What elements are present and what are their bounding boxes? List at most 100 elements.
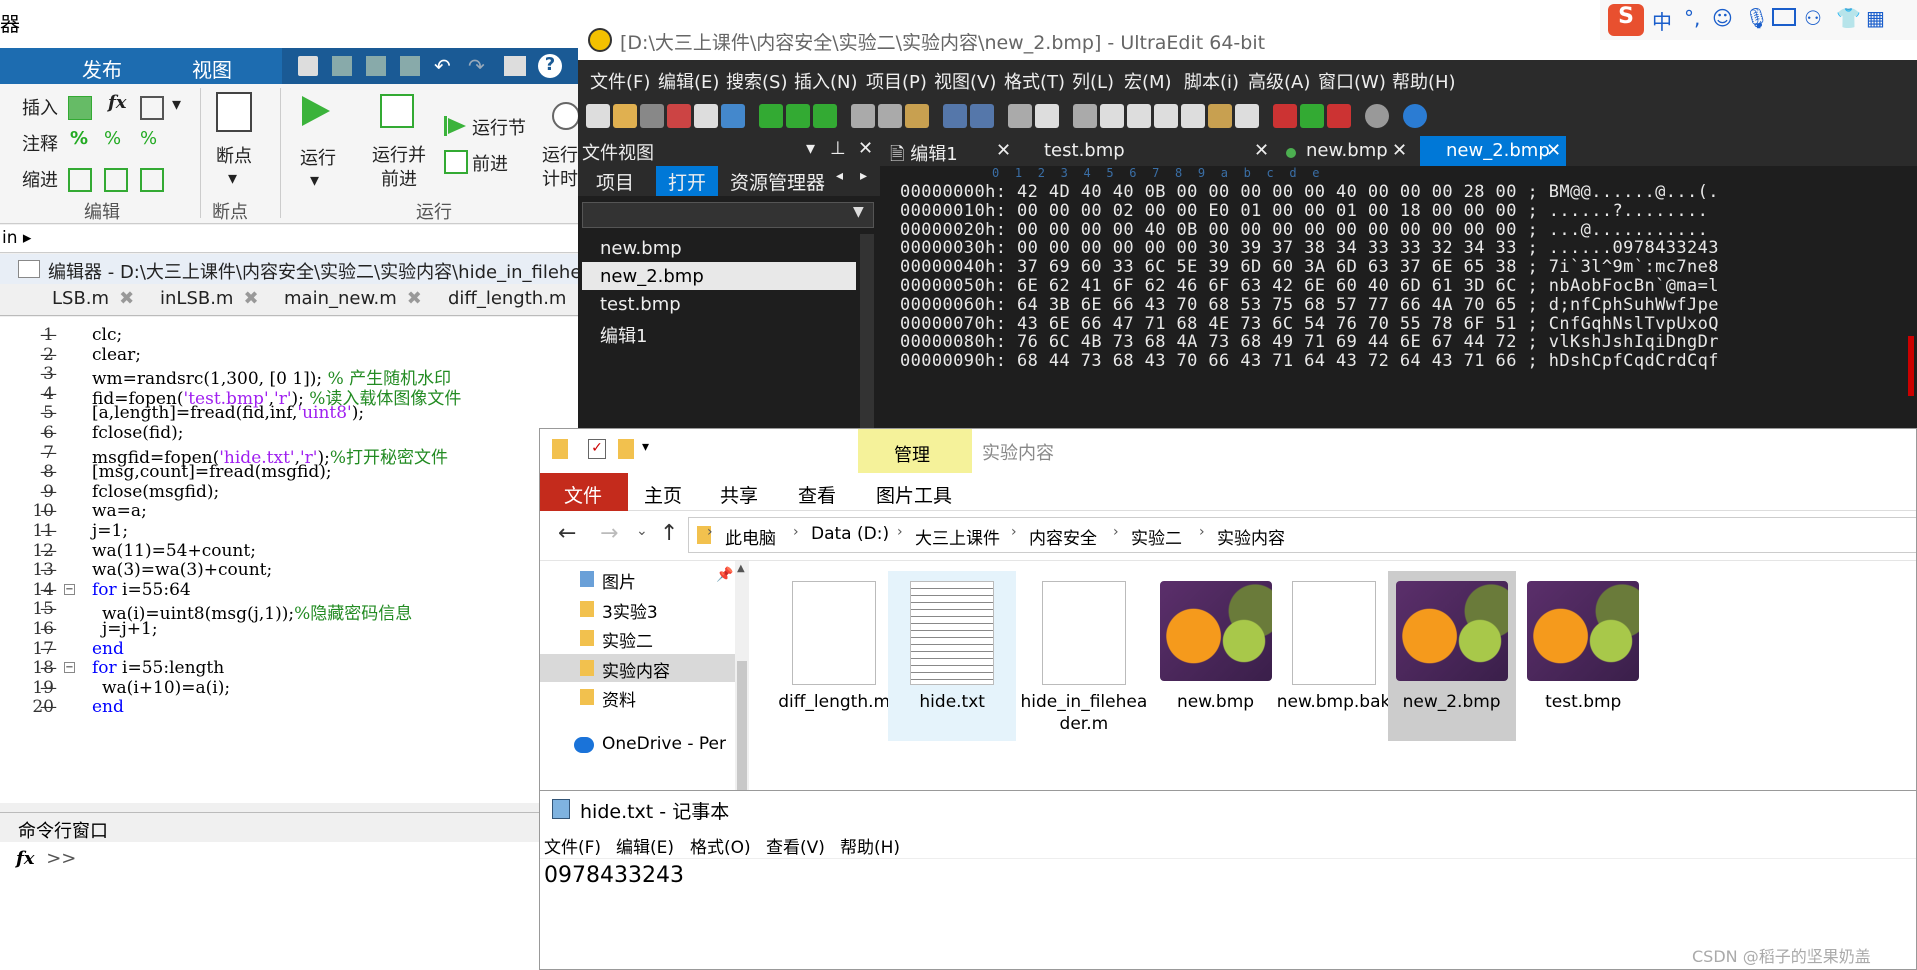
copy-icon[interactable]	[366, 56, 386, 76]
properties-icon[interactable]: ✓	[588, 439, 606, 459]
run-and-advance-button[interactable]: 运行并 前进	[372, 144, 426, 192]
menu-item[interactable]: 高级(A)	[1248, 68, 1310, 94]
command-window[interactable]: fx >>	[0, 842, 540, 970]
file-item[interactable]: new.bmp	[1152, 571, 1280, 741]
hex-row[interactable]: 00000020h: 00 00 00 00 40 0B 00 00 00 00…	[900, 220, 1708, 240]
breadcrumb-separator-icon[interactable]: ›	[1011, 524, 1017, 540]
decrease-indent-icon[interactable]	[140, 168, 164, 192]
breadcrumb-item[interactable]: 实验二	[1131, 524, 1182, 549]
code-line[interactable]: 20— end	[0, 697, 590, 721]
menu-item[interactable]: 搜索(S)	[726, 68, 787, 94]
tab-picture-tools[interactable]: 图片工具	[876, 481, 952, 508]
tab-scroll-right-icon[interactable]: ▸	[860, 168, 867, 184]
hex-row[interactable]: 00000080h: 76 6C 4B 73 68 4A 73 68 49 71…	[900, 332, 1719, 352]
paste-icon[interactable]	[905, 104, 929, 128]
close-icon[interactable]: ✕	[1254, 140, 1269, 161]
file-tab[interactable]: main_new.m ✖	[284, 288, 422, 309]
file-item[interactable]: hide.txt	[888, 571, 1017, 741]
hex-row[interactable]: 00000010h: 00 00 00 02 00 00 E0 01 00 00…	[900, 201, 1708, 221]
menu-item[interactable]: 编辑(E)	[658, 68, 719, 94]
settings-icon[interactable]	[1365, 104, 1389, 128]
comment-percent-icon[interactable]: %	[70, 128, 88, 149]
notepad-menu-item[interactable]: 查看(V)	[766, 833, 825, 858]
new-folder-icon[interactable]	[618, 439, 634, 459]
panel-dropdown-icon[interactable]: ▾	[806, 138, 815, 159]
open-file-item[interactable]: 编辑1	[582, 318, 856, 347]
notepad-menu-item[interactable]: 帮助(H)	[840, 833, 900, 858]
file-item[interactable]: diff_length.m	[770, 571, 898, 741]
punctuation-icon[interactable]: °,	[1684, 6, 1700, 30]
nav-item[interactable]: 实验内容	[540, 653, 735, 682]
skin-icon[interactable]: 👕	[1836, 6, 1861, 30]
file-item[interactable]: new_2.bmp	[1387, 571, 1516, 741]
spell-icon[interactable]	[1181, 104, 1205, 128]
open-folder-icon[interactable]	[613, 104, 637, 128]
hex-row[interactable]: 00000060h: 64 3B 6E 66 43 70 68 53 75 68…	[900, 295, 1719, 315]
forward-arrow-icon[interactable]: →	[600, 521, 618, 546]
run-icon[interactable]	[298, 94, 332, 128]
current-folder-path[interactable]: in ▸	[0, 225, 590, 253]
timer-icon[interactable]	[552, 102, 580, 130]
record-icon[interactable]	[1273, 104, 1297, 128]
menu-item[interactable]: 脚本(i)	[1184, 68, 1239, 94]
keyboard-icon[interactable]	[1772, 8, 1796, 26]
advance-button[interactable]: 前进	[472, 150, 508, 176]
doc-tab[interactable]: new.bmp	[1306, 140, 1388, 161]
goto-icon[interactable]	[813, 104, 837, 128]
tab-scroll-left-icon[interactable]: ◂	[836, 168, 843, 184]
replace-icon[interactable]	[1154, 104, 1178, 128]
play-icon[interactable]	[1300, 104, 1324, 128]
smart-indent-icon[interactable]	[68, 168, 92, 192]
help-icon[interactable]	[1403, 104, 1427, 128]
scroll-thumb[interactable]	[737, 661, 747, 791]
file-tab[interactable]: LSB.m ✖	[52, 288, 134, 309]
close-icon[interactable]: ✕	[1546, 140, 1561, 161]
scroll-up-icon[interactable]: ▲	[737, 563, 745, 574]
fold-toggle-icon[interactable]: −	[64, 662, 75, 674]
indent-button[interactable]: 缩进	[22, 166, 58, 192]
breadcrumb-item[interactable]: 大三上课件	[915, 524, 1000, 549]
address-bar[interactable]: › 此电脑 › Data (D:) › 大三上课件 › 内容安全 › 实验二 › 实验内容	[688, 517, 1916, 553]
insert-icon[interactable]	[68, 96, 92, 120]
breakpoints-button[interactable]: 断点	[216, 142, 252, 168]
file-tab[interactable]: diff_length.m	[448, 288, 566, 309]
recent-dropdown-icon[interactable]: ⌄	[636, 523, 648, 539]
print-icon[interactable]	[694, 104, 718, 128]
voice-icon[interactable]: 🎙	[1744, 6, 1769, 30]
pin-icon[interactable]: ⊥	[830, 138, 846, 159]
file-list-scrollbar[interactable]	[860, 234, 874, 430]
tab-publish-label[interactable]: 发布	[82, 54, 122, 83]
menu-item[interactable]: 列(L)	[1072, 68, 1114, 94]
emoji-icon[interactable]: ☺	[1712, 6, 1733, 30]
open-file-item-selected[interactable]: new_2.bmp	[582, 262, 856, 290]
filter-dropdown[interactable]: ▼	[582, 202, 874, 228]
tab-file[interactable]: 文件	[564, 481, 602, 508]
tab-share[interactable]: 共享	[720, 481, 758, 508]
nav-item[interactable]: 图片 📌	[540, 565, 735, 593]
breadcrumb-separator-icon[interactable]: ›	[1113, 524, 1119, 540]
run-button[interactable]: 运行	[300, 144, 336, 170]
tab-explorer[interactable]: 资源管理器	[730, 168, 825, 195]
save-all-icon[interactable]	[667, 104, 691, 128]
hex-row[interactable]: 00000090h: 68 44 73 68 43 70 66 43 71 64…	[900, 351, 1719, 371]
file-item[interactable]: hide_in_filehea der.m	[1020, 571, 1148, 741]
close-panel-icon[interactable]: ✕	[858, 138, 873, 159]
insert-button[interactable]: 插入	[22, 94, 58, 120]
notepad-menu-item[interactable]: 格式(O)	[690, 833, 751, 858]
cut-icon[interactable]	[851, 104, 875, 128]
tab-view-label[interactable]: 视图	[192, 54, 232, 83]
breakpoints-icon[interactable]	[216, 92, 252, 132]
breadcrumb-item[interactable]: 实验内容	[1217, 524, 1285, 549]
help-icon[interactable]: ?	[538, 54, 562, 78]
doc-tab-active[interactable]: new_2.bmp	[1446, 140, 1550, 161]
tab-home[interactable]: 主页	[644, 481, 682, 508]
insert-figure-icon[interactable]	[140, 96, 164, 120]
nav-item[interactable]: 3实验3	[540, 595, 735, 623]
print-preview-icon[interactable]	[721, 104, 745, 128]
hex-row[interactable]: 00000040h: 37 69 60 33 6C 5E 39 6D 60 3A…	[900, 257, 1719, 277]
menu-item[interactable]: 宏(M)	[1124, 68, 1172, 94]
run-advance-icon[interactable]	[380, 94, 414, 128]
nav-scrollbar[interactable]: ▲	[735, 561, 749, 792]
menu-item[interactable]: 插入(N)	[794, 68, 858, 94]
find-in-files-icon[interactable]	[1127, 104, 1151, 128]
